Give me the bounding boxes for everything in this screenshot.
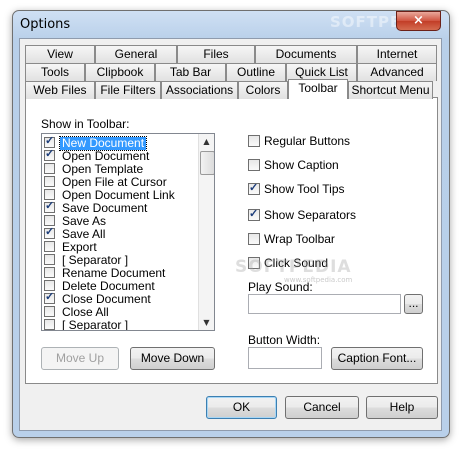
tab-view[interactable]: View: [25, 45, 95, 63]
option-label: Show Caption: [264, 158, 339, 172]
tab-toolbar[interactable]: Toolbar: [288, 79, 348, 99]
tab-web-files[interactable]: Web Files: [25, 81, 95, 99]
list-item-checkbox[interactable]: [44, 163, 55, 174]
play-sound-label: Play Sound:: [248, 280, 313, 294]
cancel-button[interactable]: Cancel: [285, 396, 359, 419]
play-sound-input[interactable]: [248, 294, 401, 314]
tab-colors[interactable]: Colors: [238, 81, 288, 99]
checkbox[interactable]: [248, 207, 260, 221]
scroll-up-arrow-icon[interactable]: ▲: [199, 134, 214, 149]
list-item-checkbox[interactable]: [44, 148, 55, 161]
tab-clipbook[interactable]: Clipbook: [85, 63, 155, 81]
list-item-checkbox[interactable]: [44, 280, 55, 291]
toolbar-commands-list[interactable]: New DocumentOpen DocumentOpen TemplateOp…: [41, 133, 215, 331]
checkbox[interactable]: [248, 135, 260, 147]
list-item-checkbox[interactable]: [44, 135, 55, 148]
show-in-toolbar-label: Show in Toolbar:: [41, 117, 130, 131]
window-title: Options: [20, 17, 71, 32]
list-item-checkbox[interactable]: [44, 267, 55, 278]
option-label: Regular Buttons: [264, 134, 351, 148]
tab-documents[interactable]: Documents: [255, 45, 357, 63]
list-item-checkbox[interactable]: [44, 241, 55, 252]
tab-files[interactable]: Files: [177, 45, 255, 63]
tab-shortcut-menu[interactable]: Shortcut Menu: [348, 81, 433, 99]
list-scrollbar[interactable]: ▲ ▼: [198, 134, 214, 330]
caption-font-button[interactable]: Caption Font...: [331, 347, 423, 370]
ok-button[interactable]: OK: [206, 396, 277, 419]
list-item-checkbox[interactable]: [44, 291, 55, 304]
list-item-checkbox[interactable]: [44, 319, 55, 330]
list-item-label: [ Separator ]: [62, 318, 129, 331]
checkbox[interactable]: [248, 159, 260, 171]
button-width-label: Button Width:: [248, 333, 321, 347]
help-button[interactable]: Help: [366, 396, 438, 419]
tab-advanced[interactable]: Advanced: [357, 63, 437, 81]
scroll-down-arrow-icon[interactable]: ▼: [199, 315, 214, 330]
move-up-button[interactable]: Move Up: [41, 347, 119, 370]
tab-outline[interactable]: Outline: [226, 63, 286, 81]
list-item-checkbox[interactable]: [44, 226, 55, 239]
option-label: Wrap Toolbar: [264, 232, 335, 246]
button-width-input[interactable]: [248, 347, 322, 369]
tab-tools[interactable]: Tools: [25, 63, 85, 81]
checkbox[interactable]: [248, 181, 260, 195]
tab-internet[interactable]: Internet: [357, 45, 437, 63]
browse-sound-button[interactable]: ...: [404, 294, 423, 314]
option-label: Show Separators: [264, 208, 357, 222]
tab-associations[interactable]: Associations: [161, 81, 238, 99]
list-item-checkbox[interactable]: [44, 306, 55, 317]
tab-file-filters[interactable]: File Filters: [95, 81, 161, 99]
tab-tab-bar[interactable]: Tab Bar: [155, 63, 226, 81]
checkbox[interactable]: [248, 233, 260, 245]
list-item-checkbox[interactable]: [44, 189, 55, 200]
option-label: Show Tool Tips: [264, 182, 345, 196]
list-item-checkbox[interactable]: [44, 254, 55, 265]
move-down-button[interactable]: Move Down: [130, 347, 215, 370]
list-item-checkbox[interactable]: [44, 200, 55, 213]
scroll-thumb[interactable]: [200, 151, 214, 175]
list-item-checkbox[interactable]: [44, 215, 55, 226]
close-button[interactable]: ×: [396, 11, 441, 31]
watermark-brand: SOFTPEDIA: [235, 257, 352, 277]
tab-general[interactable]: General: [95, 45, 177, 63]
list-item-checkbox[interactable]: [44, 176, 55, 187]
